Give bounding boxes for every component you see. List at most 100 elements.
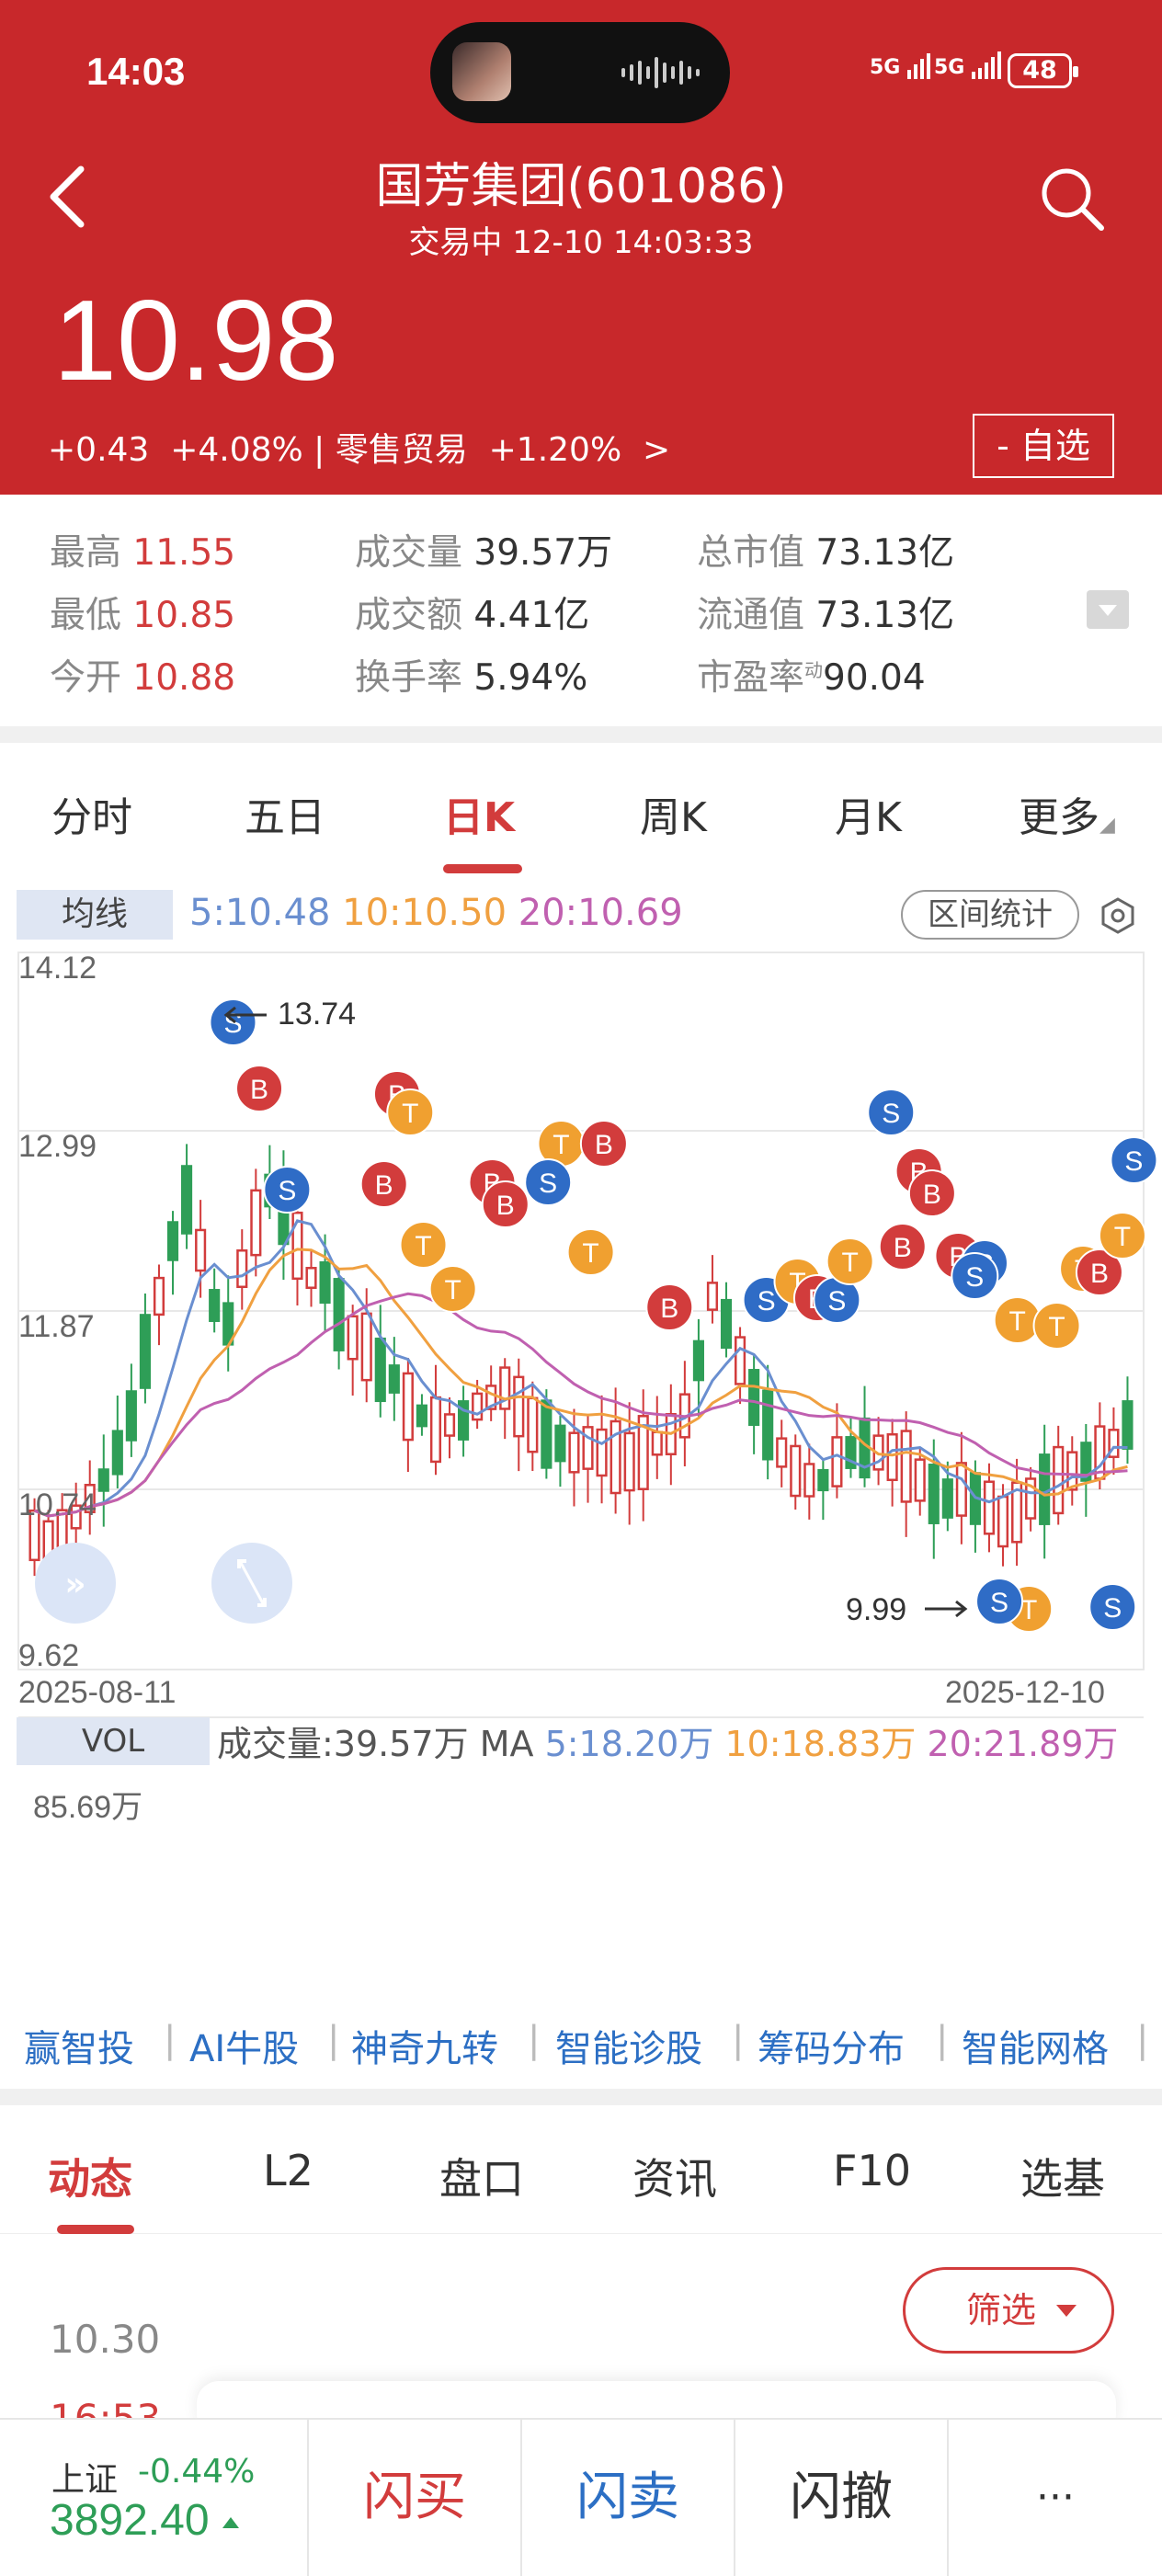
tool-diagnosis[interactable]: 智能诊股	[555, 2019, 702, 2072]
signal-marker-s[interactable]: S	[1110, 1136, 1158, 1184]
stat-sup: 动	[804, 659, 824, 681]
quote-stats: 最高 11.55 成交量 39.57万 总市值 73.13亿 最低 10.85 …	[0, 495, 1162, 724]
candle	[831, 1436, 843, 1487]
vol-ma10: 10:18.83万	[724, 1724, 917, 1764]
candle	[374, 1337, 386, 1403]
price-change[interactable]: +0.43 +4.08% | 零售贸易 +1.20% >	[48, 423, 670, 471]
stat-market-cap: 总市值 73.13亿	[697, 524, 954, 576]
tab-f10[interactable]: F10	[833, 2146, 911, 2195]
tab-info[interactable]: 资讯	[632, 2146, 717, 2206]
signal-marker-t[interactable]: T	[386, 1089, 435, 1136]
stat-label: 成交量	[355, 532, 463, 574]
signal-marker-t[interactable]: T	[993, 1296, 1042, 1344]
y-axis-min: 9.62	[18, 1638, 80, 1673]
signal-marker-s[interactable]: S	[867, 1089, 916, 1136]
trade-status: 交易中 12-10 14:03:33	[408, 224, 754, 261]
stat-label: 换手率	[355, 657, 463, 699]
signal-marker-s[interactable]: S	[263, 1166, 312, 1214]
stat-value: 73.13亿	[815, 595, 955, 636]
audio-wave-icon	[621, 57, 700, 88]
more-button[interactable]: ···	[947, 2420, 1162, 2576]
vol-value: 成交量:39.57万	[217, 1724, 469, 1764]
flash-sell-button[interactable]: 闪卖	[520, 2420, 734, 2576]
tab-news-feed[interactable]: 动态	[48, 2146, 132, 2206]
status-bar: 14:03 5G 5G 48	[0, 0, 1162, 138]
candle	[250, 1189, 262, 1257]
tab-intraday[interactable]: 分时	[51, 784, 132, 843]
expand-chart-button[interactable]: »	[35, 1543, 116, 1624]
signal-marker-b[interactable]: B	[481, 1180, 530, 1228]
tab-weekly-k[interactable]: 周K	[640, 784, 707, 843]
tool-nine-turns[interactable]: 神奇九转	[351, 2019, 498, 2072]
settings-hex-icon[interactable]	[1099, 897, 1136, 934]
signal-marker-b[interactable]: B	[235, 1065, 284, 1112]
svg-text:B: B	[660, 1294, 678, 1324]
stat-value: 10.85	[132, 595, 236, 636]
tool-smart-grid[interactable]: 智能网格	[962, 2019, 1109, 2072]
signal-marker-b[interactable]: B	[878, 1223, 927, 1271]
candle	[886, 1432, 898, 1482]
tool-ai-stock[interactable]: AI牛股	[189, 2019, 299, 2072]
tool-yingzhitou[interactable]: 赢智投	[24, 2019, 134, 2072]
flash-cancel-button[interactable]: 闪撤	[734, 2420, 947, 2576]
tab-order-book[interactable]: 盘口	[439, 2146, 524, 2206]
index-change: -0.44%	[138, 2453, 256, 2491]
svg-text:S: S	[1103, 1593, 1122, 1624]
low-price-label: 9.99	[846, 1592, 907, 1627]
signal-marker-t[interactable]: T	[399, 1221, 448, 1269]
range-stats-button[interactable]: 区间统计	[901, 890, 1079, 940]
tab-select-fund[interactable]: 选基	[1020, 2146, 1105, 2206]
tab-daily-k[interactable]: 日K	[443, 784, 515, 843]
signal-marker-t[interactable]: T	[826, 1237, 874, 1285]
svg-text:S: S	[827, 1286, 846, 1316]
svg-text:B: B	[250, 1075, 268, 1105]
ma-tag-button[interactable]: 均线	[17, 890, 173, 940]
tool-separator: |	[327, 2019, 340, 2061]
kline-chart[interactable]: SBBTSBTBBBSTTTSBBBSTBSTBBSSTTTSTBTSS »	[0, 947, 1162, 1719]
svg-text:T: T	[841, 1248, 858, 1278]
svg-text:T: T	[1009, 1306, 1026, 1337]
watchlist-button[interactable]: - 自选	[973, 414, 1114, 478]
fullscreen-button[interactable]	[211, 1543, 292, 1624]
signal-marker-t[interactable]: T	[1032, 1302, 1081, 1350]
candle	[333, 1278, 345, 1351]
candle	[983, 1480, 996, 1535]
active-tab-indicator	[443, 864, 522, 873]
tab-more[interactable]: 更多◢	[1019, 784, 1115, 843]
expand-stats-button[interactable]	[1087, 590, 1129, 629]
candle	[305, 1267, 317, 1289]
signal-marker-s[interactable]: S	[951, 1252, 999, 1300]
svg-text:S: S	[539, 1168, 557, 1199]
signal-marker-s[interactable]: S	[975, 1578, 1024, 1625]
svg-text:S: S	[1124, 1146, 1143, 1177]
tab-five-day[interactable]: 五日	[245, 784, 325, 843]
svg-text:B: B	[496, 1191, 515, 1221]
stat-label: 市盈率	[697, 657, 805, 699]
signal-marker-t[interactable]: T	[1098, 1212, 1146, 1260]
candle	[139, 1314, 151, 1389]
tool-chip-distribution[interactable]: 筹码分布	[758, 2019, 905, 2072]
signal-marker-b[interactable]: B	[359, 1160, 408, 1208]
search-icon[interactable]	[1037, 164, 1107, 234]
stat-turnover-rate: 换手率 5.94%	[355, 649, 587, 701]
signal-marker-t[interactable]: T	[428, 1265, 477, 1313]
flash-buy-button[interactable]: 闪买	[307, 2420, 520, 2576]
filter-button[interactable]: 筛选	[903, 2267, 1114, 2354]
candle	[582, 1426, 594, 1470]
signal-marker-b[interactable]: B	[579, 1120, 628, 1168]
signal-marker-s[interactable]: S	[524, 1158, 573, 1206]
signal-marker-t[interactable]: T	[566, 1228, 615, 1276]
signal-marker-s[interactable]: S	[209, 998, 257, 1046]
signal-marker-b[interactable]: B	[907, 1169, 956, 1217]
vol-tag-button[interactable]: VOL	[17, 1717, 210, 1765]
dynamic-island[interactable]	[430, 22, 730, 123]
vol-ma5: 5:18.20万	[544, 1724, 714, 1764]
signal-marker-b[interactable]: B	[645, 1283, 694, 1331]
tab-l2[interactable]: L2	[263, 2146, 313, 2195]
svg-text:S: S	[278, 1176, 296, 1206]
candle	[941, 1478, 953, 1519]
signal-marker-s[interactable]: S	[1088, 1583, 1137, 1631]
tab-monthly-k[interactable]: 月K	[835, 784, 902, 843]
candle	[748, 1369, 760, 1426]
current-price: 10.98	[53, 278, 339, 405]
